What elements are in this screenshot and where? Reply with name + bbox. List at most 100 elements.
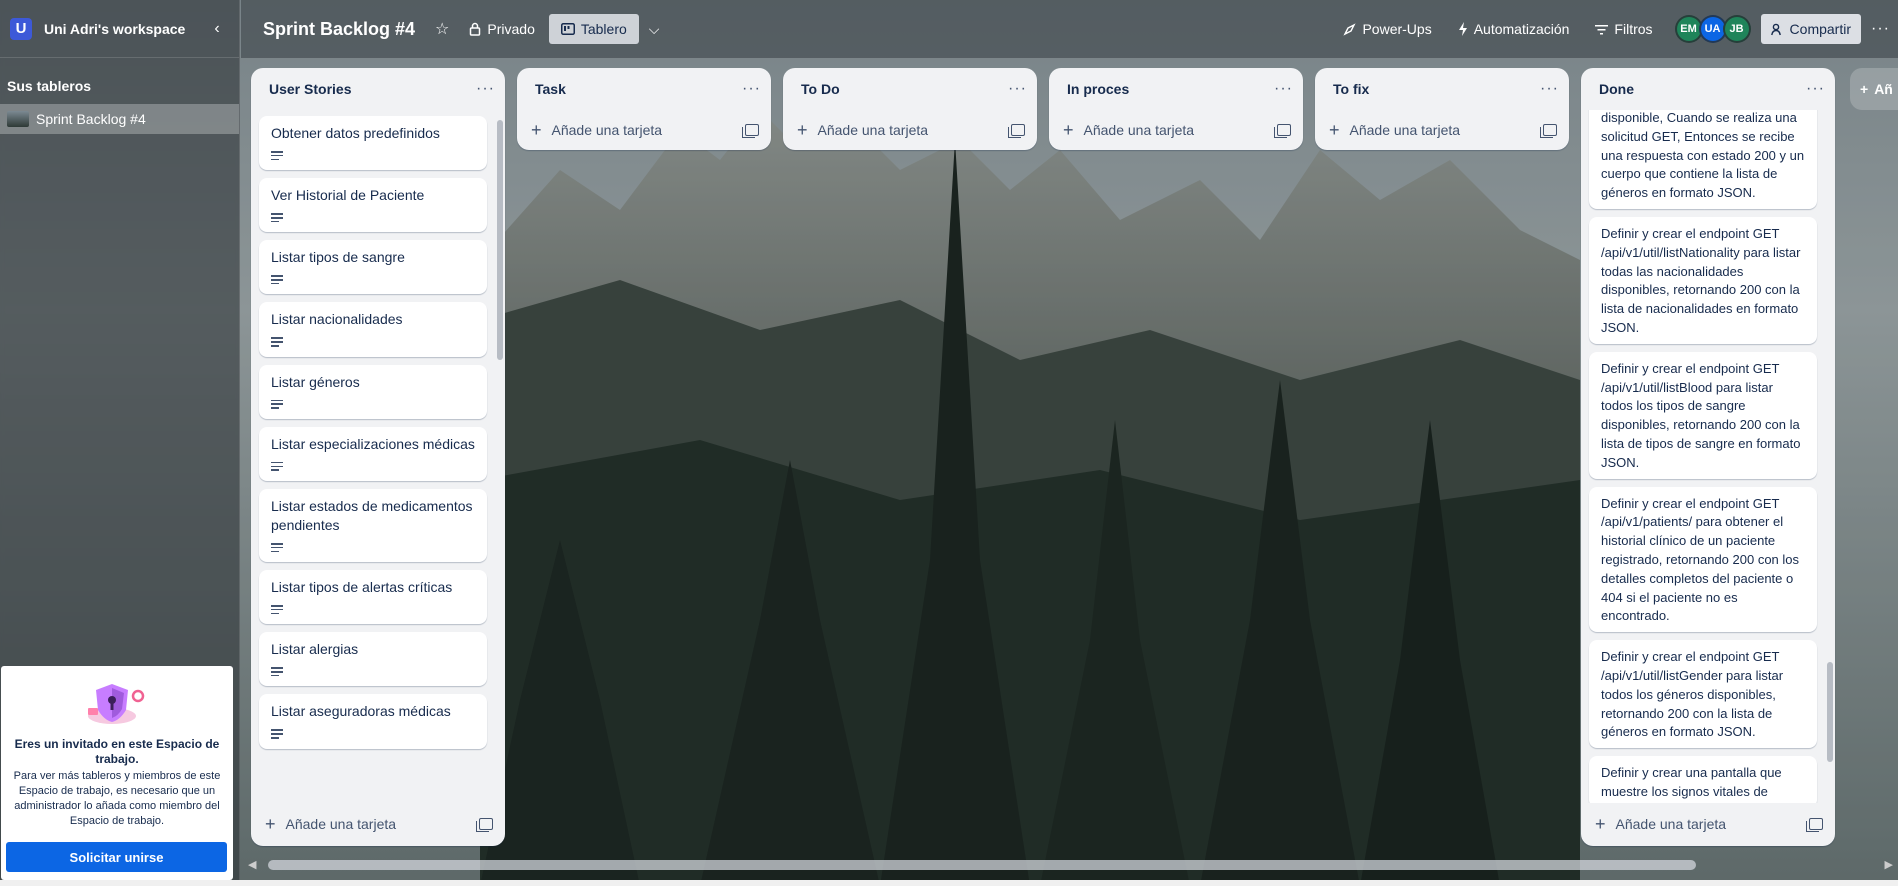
add-card-button[interactable]: Añade una tarjeta <box>552 122 745 138</box>
avatar-jb[interactable]: JB <box>1722 15 1751 43</box>
card-title: Ver Historial de Paciente <box>271 187 425 204</box>
scroll-right-icon[interactable]: ▶ <box>1885 858 1893 871</box>
add-card-button[interactable]: Añade una tarjeta <box>1350 122 1543 138</box>
visibility-label: Privado <box>487 21 535 37</box>
list-menu-icon[interactable]: ··· <box>742 80 761 98</box>
card-template-icon[interactable] <box>1274 124 1291 138</box>
add-card-button[interactable]: Añade una tarjeta <box>1616 816 1809 832</box>
more-options-icon[interactable]: ··· <box>1871 20 1890 38</box>
description-icon <box>271 275 283 285</box>
board-horizontal-scrollbar[interactable]: ◀ ▶ <box>248 858 1893 871</box>
add-card-row: + Añade una tarjeta <box>1581 803 1835 845</box>
card[interactable]: Listar especializaciones médicas <box>259 426 487 481</box>
description-icon <box>271 667 283 677</box>
card[interactable]: Obtener datos predefinidos <box>259 116 487 171</box>
add-person-icon <box>1770 23 1781 35</box>
list-to-do: To Do ··· + Añade una tarjeta <box>783 68 1037 150</box>
list-title[interactable]: In proces <box>1067 81 1274 97</box>
card[interactable]: Listar tipos de alertas críticas <box>259 570 487 625</box>
list-header: User Stories ··· <box>251 68 505 110</box>
list-user-stories: User Stories ··· Obtener datos predefini… <box>251 68 505 846</box>
card-title: Listar especializaciones médicas <box>271 435 475 452</box>
description-icon <box>271 337 283 347</box>
scroll-left-icon[interactable]: ◀ <box>248 858 256 871</box>
window-bottom-edge <box>0 880 1898 886</box>
card-template-icon[interactable] <box>742 124 759 138</box>
scrollbar-thumb[interactable] <box>1827 662 1833 762</box>
card[interactable]: Definir y crear el endpoint GET /api/v1/… <box>1589 640 1817 749</box>
card[interactable]: Listar aseguradoras médicas <box>259 694 487 749</box>
automation-button[interactable]: Automatización <box>1458 21 1570 37</box>
description-icon <box>271 542 283 553</box>
card[interactable]: Listar alergias <box>259 632 487 687</box>
plus-icon: + <box>1595 813 1606 834</box>
collapse-sidebar-icon[interactable]: ‹ <box>205 20 229 38</box>
request-join-button[interactable]: Solicitar unirse <box>6 842 227 872</box>
plus-icon: + <box>531 119 542 140</box>
card[interactable]: Listar tipos de sangre <box>259 240 487 295</box>
board-title[interactable]: Sprint Backlog #4 <box>263 19 415 40</box>
visibility-button[interactable]: Privado <box>469 21 535 37</box>
list-title[interactable]: Task <box>535 81 742 97</box>
board-view-label: Tablero <box>580 21 627 37</box>
card[interactable]: Listar nacionalidades <box>259 302 487 357</box>
list-scrollbar[interactable] <box>1827 114 1833 799</box>
card[interactable]: Definir y crear el endpoint GET /api/v1/… <box>1589 351 1817 479</box>
card-title: Listar nacionalidades <box>271 311 403 328</box>
card-template-icon[interactable] <box>1008 124 1025 138</box>
workspace-logo[interactable]: U <box>10 17 32 40</box>
lock-shield-illustration-icon <box>88 684 145 724</box>
add-card-button[interactable]: Añade una tarjeta <box>1084 122 1277 138</box>
header-actions: Power-Ups Automatización Filtros EM UA J… <box>1343 0 1898 58</box>
list-menu-icon[interactable]: ··· <box>1008 80 1027 98</box>
list-menu-icon[interactable]: ··· <box>1274 80 1293 98</box>
add-card-row: + Añade una tarjeta <box>1049 110 1303 150</box>
list-menu-icon[interactable]: ··· <box>1540 80 1559 98</box>
board-view-button[interactable]: Tablero <box>548 14 639 44</box>
list-title[interactable]: User Stories <box>269 81 476 97</box>
add-card-button[interactable]: Añade una tarjeta <box>818 122 1011 138</box>
card[interactable]: Definir y crear el endpoint GET /api/v1/… <box>1589 216 1817 344</box>
sidebar-item-sprint-backlog[interactable]: Sprint Backlog #4 <box>0 104 239 134</box>
share-button[interactable]: Compartir <box>1760 14 1862 44</box>
workspace-header: U Uni Adri's workspace ‹ <box>0 0 239 58</box>
list-in-proces: In proces ··· + Añade una tarjeta <box>1049 68 1303 150</box>
list-menu-icon[interactable]: ··· <box>1806 80 1825 98</box>
list-to-fix: To fix ··· + Añade una tarjeta <box>1315 68 1569 150</box>
card-title: Definir y crear el endpoint GET /api/v1/… <box>1601 495 1800 624</box>
card[interactable]: Definir y crear una pantalla que muestre… <box>1589 756 1817 803</box>
list-scrollbar[interactable] <box>497 114 503 799</box>
scrollbar-thumb[interactable] <box>497 120 503 360</box>
workspace-name[interactable]: Uni Adri's workspace <box>44 21 205 37</box>
card-title: Definir y crear el endpoint GET /api/v1/… <box>1601 225 1801 335</box>
list-menu-icon[interactable]: ··· <box>476 80 495 98</box>
card[interactable]: Ver Historial de Paciente <box>259 178 487 233</box>
card[interactable]: Listar géneros <box>259 364 487 419</box>
description-icon <box>271 605 283 615</box>
card-template-icon[interactable] <box>1806 818 1823 832</box>
card[interactable]: Listar estados de medicamentos pendiente… <box>259 488 487 563</box>
card[interactable]: Definir y crear el endpoint GET /api/v1/… <box>1589 486 1817 633</box>
list-title[interactable]: To fix <box>1333 81 1540 97</box>
scrollbar-thumb[interactable] <box>268 860 1696 870</box>
card[interactable]: disponible, Cuando se realiza una solici… <box>1589 110 1817 209</box>
list-header: To fix ··· <box>1315 68 1569 110</box>
card-title: Definir y crear una pantalla que muestre… <box>1601 765 1782 799</box>
plus-icon: + <box>797 119 808 140</box>
add-list-button[interactable]: + Añ <box>1850 68 1898 110</box>
power-ups-button[interactable]: Power-Ups <box>1343 21 1432 37</box>
add-card-row: + Añade una tarjeta <box>251 803 505 845</box>
star-icon[interactable]: ☆ <box>435 19 449 39</box>
filters-button[interactable]: Filtros <box>1595 21 1653 37</box>
card-template-icon[interactable] <box>476 818 493 832</box>
add-card-button[interactable]: Añade una tarjeta <box>286 816 479 832</box>
chevron-down-icon[interactable]: ⌵ <box>649 21 660 38</box>
automation-label: Automatización <box>1473 21 1570 37</box>
card-title: Obtener datos predefinidos <box>271 125 440 141</box>
card-template-icon[interactable] <box>1540 124 1557 138</box>
card-title: Listar aseguradoras médicas <box>271 703 451 720</box>
description-icon <box>271 461 283 471</box>
list-title[interactable]: Done <box>1599 81 1806 97</box>
list-title[interactable]: To Do <box>801 81 1008 97</box>
rocket-icon <box>1343 22 1357 36</box>
